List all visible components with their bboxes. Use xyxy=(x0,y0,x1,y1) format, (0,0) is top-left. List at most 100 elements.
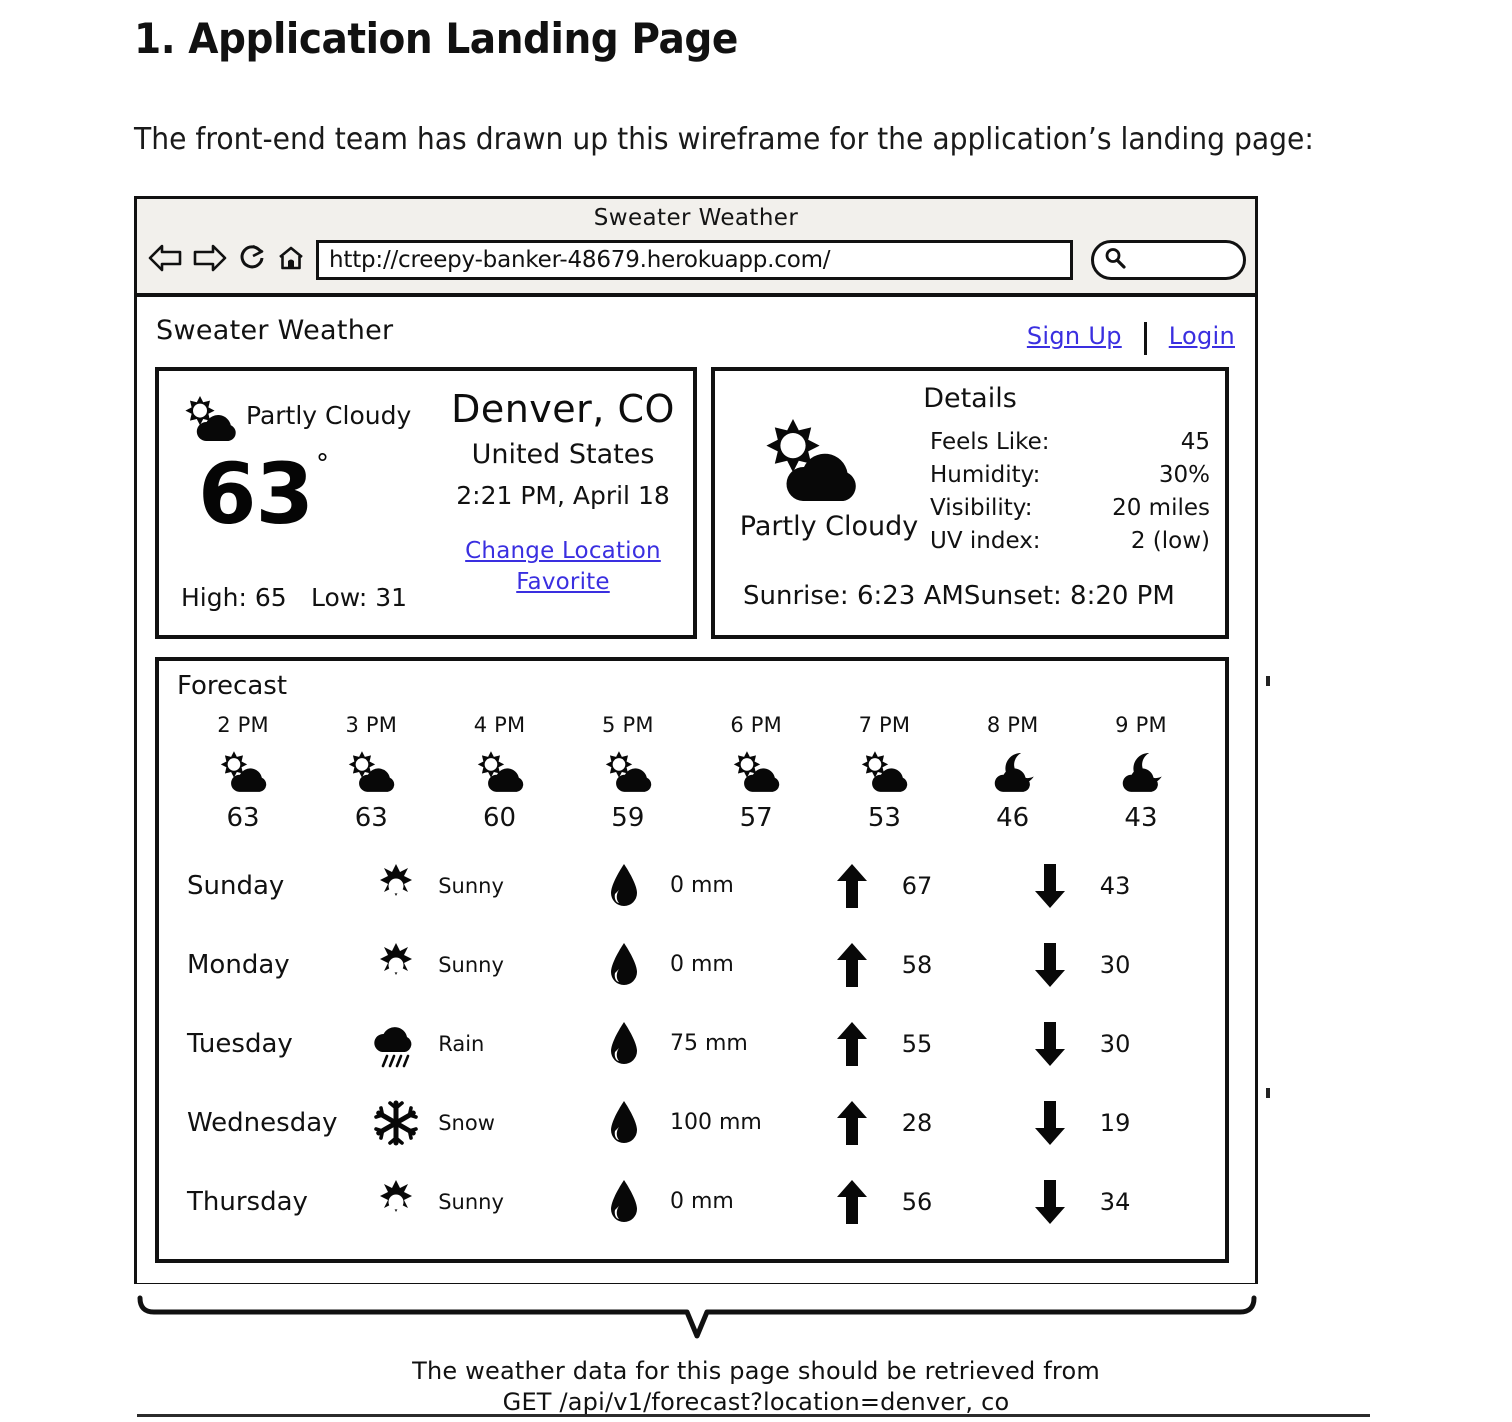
current-temperature: 63 xyxy=(198,445,314,543)
day-precipitation: 0 mm xyxy=(598,941,826,989)
high-temp: 58 xyxy=(901,950,933,979)
condition-label: Sunny xyxy=(438,873,504,898)
day-condition: Rain xyxy=(370,1019,598,1069)
detail-value: 20 miles xyxy=(1112,495,1210,522)
day-high: 58 xyxy=(826,941,1024,989)
water-drop-icon xyxy=(598,1178,650,1226)
hourly-item: 5 PM 59 xyxy=(568,713,688,833)
detail-value: 45 xyxy=(1180,429,1210,455)
day-precipitation: 0 mm xyxy=(598,1178,826,1226)
list-item: Tuesday Rain 75 mm 55 30 xyxy=(177,1004,1207,1083)
day-condition: Sunny xyxy=(370,1179,598,1225)
details-table: Feels Like: 45 Humidity: 30% Visibility:… xyxy=(930,426,1210,559)
detail-key: Humidity: xyxy=(930,462,1041,489)
reload-icon[interactable] xyxy=(237,243,267,273)
hourly-item: 7 PM 53 xyxy=(824,713,944,833)
snowflake-icon xyxy=(370,1100,422,1146)
hourly-item: 6 PM 57 xyxy=(696,713,816,833)
site-brand[interactable]: Sweater Weather xyxy=(156,315,393,346)
day-high: 28 xyxy=(826,1099,1024,1147)
home-icon[interactable] xyxy=(276,243,306,273)
table-row: Humidity: 30% xyxy=(930,459,1210,492)
sun-behind-cloud-icon xyxy=(568,743,688,801)
hourly-item: 2 PM 63 xyxy=(183,713,303,833)
day-high: 56 xyxy=(826,1178,1024,1226)
low-temp: 30 xyxy=(1099,1029,1131,1058)
day-condition: Sunny xyxy=(370,942,598,988)
condition-label: Sunny xyxy=(438,1189,504,1214)
water-drop-icon xyxy=(598,1020,650,1068)
day-high: 67 xyxy=(826,862,1024,910)
back-icon[interactable] xyxy=(147,243,183,273)
location-block: Denver, CO United States 2:21 PM, April … xyxy=(429,387,697,600)
degree-symbol: ° xyxy=(316,449,329,479)
high-temp: 56 xyxy=(901,1187,933,1216)
section-divider xyxy=(137,1414,1370,1417)
favorite-link[interactable]: Favorite xyxy=(429,569,697,595)
annotation-caption: The weather data for this page should be… xyxy=(0,1356,1512,1418)
arrow-up-icon xyxy=(826,941,878,989)
sign-up-link[interactable]: Sign Up xyxy=(1027,322,1122,350)
detail-key: UV index: xyxy=(930,528,1041,555)
detail-value: 2 (low) xyxy=(1130,528,1210,555)
day-low: 19 xyxy=(1024,1099,1207,1147)
condition-label: Snow xyxy=(438,1110,495,1135)
arrow-up-icon xyxy=(826,1020,878,1068)
hour-label: 7 PM xyxy=(858,713,911,737)
list-item: Wednesday Snow 100 mm 28 19 xyxy=(177,1083,1207,1162)
site-header: Sweater Weather Sign Up Login xyxy=(137,297,1255,355)
sun-behind-cloud-icon xyxy=(179,393,241,449)
low-temp: 34 xyxy=(1099,1187,1131,1216)
current-high: High: 65 xyxy=(181,583,287,612)
day-low: 34 xyxy=(1024,1178,1207,1226)
arrow-up-icon xyxy=(826,1178,878,1226)
hourly-item: 4 PM 60 xyxy=(440,713,560,833)
hour-temperature: 60 xyxy=(483,803,517,833)
water-drop-icon xyxy=(598,1099,650,1147)
change-location-link[interactable]: Change Location xyxy=(429,538,697,564)
location-city: Denver, CO xyxy=(451,387,675,431)
condition-label: Rain xyxy=(438,1031,485,1056)
moon-behind-cloud-icon xyxy=(953,743,1073,801)
hourly-forecast-row: 2 PM 63 3 PM 63 4 PM 60 5 PM 59 6 PM 57 … xyxy=(183,713,1201,833)
hour-temperature: 59 xyxy=(611,803,645,833)
sunrise-time: Sunrise: 6:23 AM xyxy=(743,581,964,611)
hour-label: 3 PM xyxy=(345,713,398,737)
day-precipitation: 75 mm xyxy=(598,1020,826,1068)
sun-behind-cloud-icon xyxy=(824,743,944,801)
arrow-down-icon xyxy=(1024,1178,1076,1226)
day-low: 30 xyxy=(1024,1020,1207,1068)
sun-icon xyxy=(370,1179,422,1225)
arrow-down-icon xyxy=(1024,1020,1076,1068)
page-title: 1. Application Landing Page xyxy=(134,14,738,63)
arrow-up-icon xyxy=(826,1099,878,1147)
high-temp: 55 xyxy=(901,1029,933,1058)
day-precipitation: 100 mm xyxy=(598,1099,826,1147)
forecast-title: Forecast xyxy=(177,671,288,701)
browser-search-box[interactable] xyxy=(1091,240,1246,280)
arrow-up-icon xyxy=(826,862,878,910)
arrow-down-icon xyxy=(1024,1099,1076,1147)
sun-behind-cloud-icon xyxy=(311,743,431,801)
current-low: Low: 31 xyxy=(311,583,408,612)
address-bar[interactable]: http://creepy-banker-48679.herokuapp.com… xyxy=(316,240,1073,280)
forward-icon[interactable] xyxy=(192,243,228,273)
day-label: Thursday xyxy=(187,1186,308,1217)
browser-window-title: Sweater Weather xyxy=(593,205,799,231)
high-temp: 28 xyxy=(901,1108,933,1137)
login-link[interactable]: Login xyxy=(1169,322,1235,350)
list-item: Thursday Sunny 0 mm 56 34 xyxy=(177,1162,1207,1241)
rain-cloud-icon xyxy=(370,1019,422,1069)
hour-label: 2 PM xyxy=(217,713,269,737)
current-condition-label: Partly Cloudy xyxy=(246,401,412,430)
url-text: http://creepy-banker-48679.herokuapp.com… xyxy=(329,247,831,273)
hour-temperature: 63 xyxy=(226,803,260,833)
precip-label: 75 mm xyxy=(669,1031,748,1056)
arrow-down-icon xyxy=(1024,862,1076,910)
details-card: Details Partly Cloudy Feels Like: 45 Hum… xyxy=(711,367,1229,639)
hour-temperature: 46 xyxy=(996,803,1030,833)
hour-temperature: 53 xyxy=(867,803,901,833)
sunset-time: Sunset: 8:20 PM xyxy=(963,581,1175,611)
day-condition: Sunny xyxy=(370,863,598,909)
page-edge-mark xyxy=(1266,1088,1270,1098)
